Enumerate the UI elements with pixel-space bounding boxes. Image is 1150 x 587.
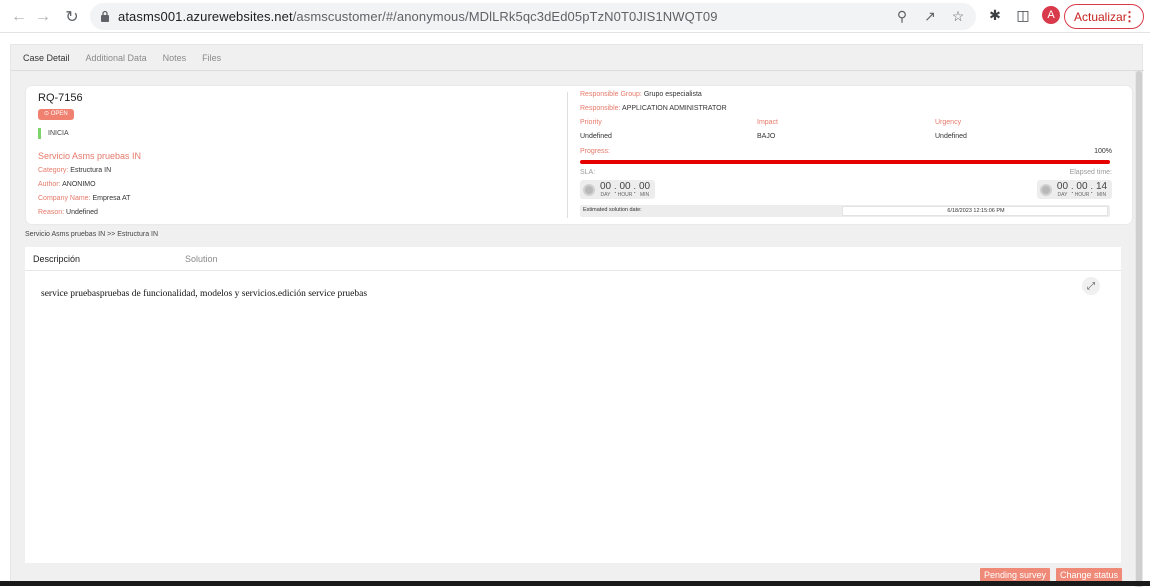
estimated-date-row: Estimated solution date: 6/18/2023 12:15… xyxy=(580,205,1110,217)
company-row: Company Name: Empresa AT xyxy=(38,195,131,202)
case-assignment: Responsible Group: Grupo especialista Re… xyxy=(580,86,1112,224)
expand-icon[interactable]: ⤢ xyxy=(1082,277,1100,295)
priority-value: Undefined xyxy=(580,133,612,140)
panel-tabs: Descripción Solution xyxy=(25,247,1121,271)
responsible-row: Responsible: APPLICATION ADMINISTRATOR xyxy=(580,105,727,112)
avatar[interactable]: A xyxy=(1042,6,1060,24)
sla-timer: 00 DAY : 00 HOUR : 00 MIN xyxy=(580,180,656,199)
status-badge: ⊙ OPEN xyxy=(38,109,74,120)
stage-label: INICIA xyxy=(48,130,69,137)
address-bar[interactable]: atasms001.azurewebsites.net/asmscustomer… xyxy=(90,3,976,30)
estimated-date-value: 6/18/2023 12:15:06 PM xyxy=(947,208,1005,214)
reload-icon[interactable]: ↻ xyxy=(61,6,83,28)
sla-label: SLA: xyxy=(580,169,596,176)
estimated-date-label: Estimated solution date: xyxy=(583,207,642,213)
taskbar-edge xyxy=(0,581,1150,586)
priority-heading: Priority xyxy=(580,119,602,126)
progress-bar xyxy=(580,160,1110,164)
update-browser-button[interactable]: Actualizar ⋮ xyxy=(1064,4,1144,29)
elapsed-timer: 00 DAY : 00 HOUR : 14 MIN xyxy=(1036,180,1112,199)
extensions-icon[interactable]: ✱ xyxy=(986,6,1004,24)
stage-bar xyxy=(38,128,41,139)
tab-description[interactable]: Descripción xyxy=(33,254,80,264)
case-summary-card: RQ-7156 ⊙ OPEN INICIA Servicio Asms prue… xyxy=(26,86,1132,224)
progress-label: Progress: xyxy=(580,148,610,155)
tab-notes[interactable]: Notes xyxy=(161,45,189,71)
reason-row: Reason: Undefined xyxy=(38,209,98,216)
tab-solution[interactable]: Solution xyxy=(185,254,218,264)
impact-heading: Impact xyxy=(757,119,779,126)
stage-indicator: INICIA xyxy=(38,128,69,139)
clock-icon xyxy=(583,183,595,196)
elapsed-label: Elapsed time: xyxy=(1069,169,1112,176)
service-title: Servicio Asms pruebas IN xyxy=(38,151,142,161)
zoom-icon[interactable]: ⚲ xyxy=(894,8,910,24)
kebab-menu-icon[interactable]: ⋮ xyxy=(1123,9,1136,25)
forward-arrow-icon[interactable]: → xyxy=(32,6,54,28)
author-row: Author: ANONIMO xyxy=(38,181,96,188)
share-icon[interactable]: ↗ xyxy=(922,8,938,24)
progress-percent: 100% xyxy=(1094,148,1112,155)
divider xyxy=(567,92,568,218)
sidepanel-icon[interactable]: ◫ xyxy=(1014,6,1032,24)
update-label: Actualizar xyxy=(1074,9,1127,24)
ticket-id: RQ-7156 xyxy=(38,92,83,104)
urgency-heading: Urgency xyxy=(935,119,962,126)
clock-icon xyxy=(1039,183,1052,196)
estimated-date-field: 6/18/2023 12:15:06 PM xyxy=(842,206,1108,216)
browser-toolbar: ← → ↻ atasms001.azurewebsites.net/asmscu… xyxy=(0,0,1150,33)
urgency-value: Undefined xyxy=(935,133,967,140)
star-icon[interactable]: ☆ xyxy=(950,8,966,24)
case-tabs: Case Detail Additional Data Notes Files xyxy=(11,45,1144,71)
back-arrow-icon[interactable]: ← xyxy=(8,6,30,28)
category-row: Category: Estructura IN xyxy=(38,167,112,174)
breadcrumb: Servicio Asms pruebas IN >> Estructura I… xyxy=(25,231,159,238)
scrollbar[interactable] xyxy=(1135,71,1143,587)
responsible-group-row: Responsible Group: Grupo especialista xyxy=(580,91,702,98)
case-page: Case Detail Additional Data Notes Files … xyxy=(10,44,1144,587)
tab-files[interactable]: Files xyxy=(200,45,223,71)
scrollbar-thumb[interactable] xyxy=(1136,71,1142,587)
url-text: atasms001.azurewebsites.net/asmscustomer… xyxy=(118,9,718,24)
lock-icon xyxy=(101,10,109,22)
progress-fill xyxy=(580,160,1110,164)
description-panel: Descripción Solution service pruebasprue… xyxy=(25,247,1121,563)
tab-case-detail[interactable]: Case Detail xyxy=(21,45,72,71)
tab-additional-data[interactable]: Additional Data xyxy=(84,45,149,71)
impact-value: BAJO xyxy=(757,133,776,140)
description-text: service pruebaspruebas de funcionalidad,… xyxy=(41,289,368,299)
